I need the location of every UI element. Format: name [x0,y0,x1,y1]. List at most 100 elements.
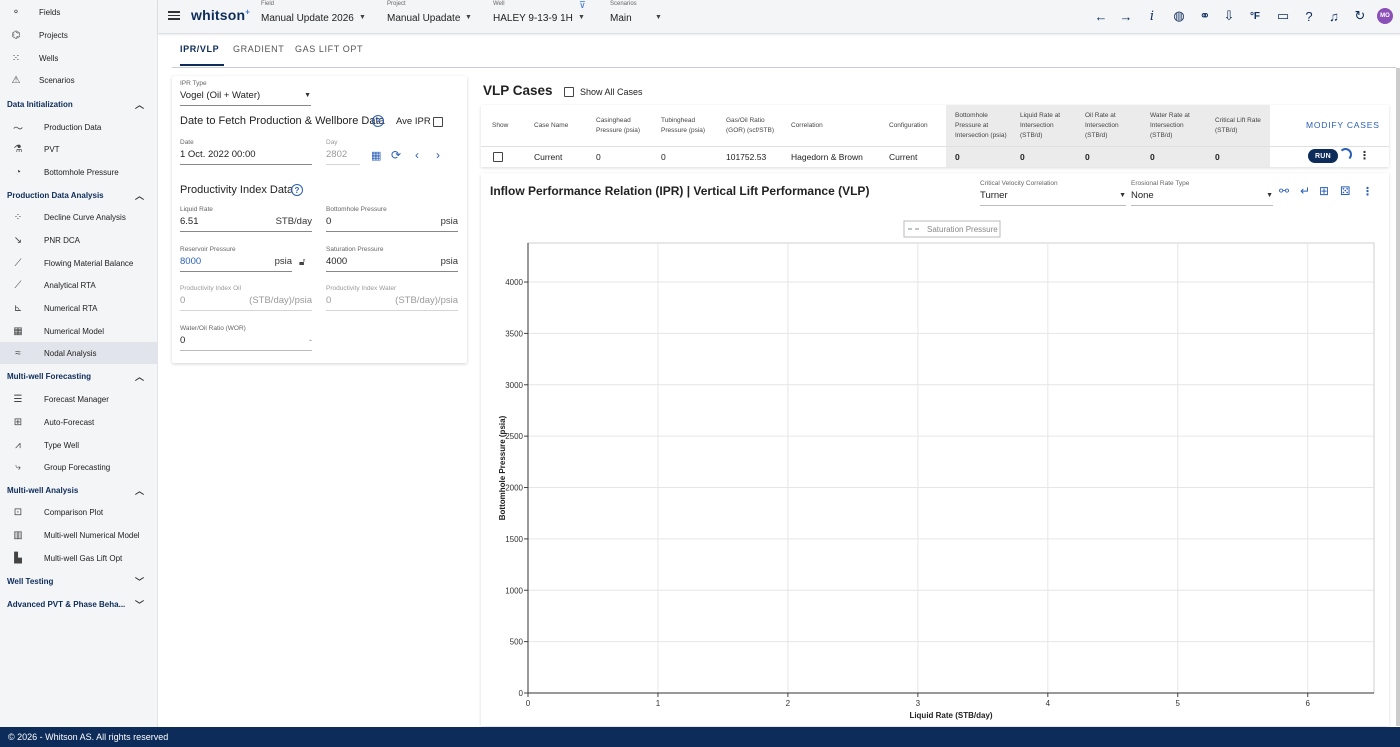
chevron-down-icon: ▼ [465,14,472,21]
sidebar-section-multi-well-analysis[interactable]: Multi-well Analysis ︿ [0,479,157,501]
chevron-down-icon: ▼ [578,14,585,21]
help-icon[interactable]: ? [1301,8,1317,24]
col-oil-rate-intersection: Oil Rate at Intersection (STB/d) [1076,105,1141,147]
project-select[interactable]: Project Manual Upadate ▼ [387,0,472,33]
sidebar-item-numerical-model[interactable]: ▦ Numerical Model [0,320,157,342]
more-vertical-icon[interactable]: ⋮ [1362,185,1373,198]
tab-ipr-vlp[interactable]: IPR/VLP [180,44,224,66]
sidebar-item-wells[interactable]: ⁙ Wells [0,47,157,69]
arrow-right-icon[interactable]: → [1118,8,1134,24]
gaslift-icon: ▙ [14,552,22,564]
user-avatar[interactable]: MO [1377,8,1393,24]
sidebar-item-production-data[interactable]: 〜 Production Data [0,116,157,138]
table-icon[interactable]: ⊞ [1319,184,1329,198]
globe-icon[interactable]: ◍ [1171,8,1187,24]
legend-entry[interactable]: Saturation Pressure [927,225,998,234]
pi-oil-unit: (STB/day)/psia [249,295,312,306]
y-tick-label: 3000 [505,381,523,390]
show-all-cases-checkbox[interactable] [564,87,574,97]
row-show-checkbox[interactable] [493,152,503,162]
sidebar-item-multi-well-gas-lift-opt[interactable]: ▙ Multi-well Gas Lift Opt [0,547,157,569]
sidebar-item-flowing-material-balance[interactable]: ⟋ Flowing Material Balance [0,252,157,274]
refresh-icon[interactable]: ↻ [1352,8,1368,24]
hierarchy-icon[interactable]: ⚯ [1279,184,1289,198]
sidebar-item-pnr-dca[interactable]: ↘ PNR DCA [0,229,157,251]
ipr-vlp-chart[interactable]: 0 1 2 3 4 5 605001000150020002500300035004000 … [481,218,1389,723]
well-select[interactable]: Well HALEY 9-13-9 1H ▼ [493,0,585,33]
footer-text: © 2026 - Whitson AS. All rights reserved [8,732,169,742]
ipr-type-value: Vogel (Oil + Water) [180,90,261,101]
y-tick-label: 2000 [505,484,523,493]
sidebar-item-pvt[interactable]: ⚗ PVT [0,138,157,160]
scrollbar[interactable] [1396,68,1400,726]
sidebar-item-forecast-manager[interactable]: ☰ Forecast Manager [0,388,157,410]
help-icon[interactable]: ? [291,184,303,196]
list-icon: ☰ [13,393,23,405]
sidebar-item-projects[interactable]: ⌬ Projects [0,24,157,46]
arrow-left-icon[interactable]: ← [1093,8,1109,24]
reservoir-pressure-value: 8000 [180,256,202,267]
sidebar-item-label: Production Data [44,122,102,132]
menu-icon[interactable] [168,9,180,21]
critical-velocity-value: Turner [980,190,1008,201]
sidebar-item-type-well[interactable]: ⩘ Type Well [0,434,157,456]
sidebar-section-data-initialization[interactable]: Data Initialization ︿ [0,93,157,115]
field-value: Manual Update 2026 [261,13,354,24]
x-tick-label: 2 [786,699,791,708]
sidebar-item-multi-well-numerical-model[interactable]: ▥ Multi-well Numerical Model [0,524,157,546]
sidebar-item-fields[interactable]: ⚬ Fields [0,1,157,23]
more-vertical-icon[interactable]: ⋮ [1359,149,1370,162]
sidebar-item-bottomhole-pressure[interactable]: ◔ Bottomhole Pressure [0,161,157,183]
info-icon[interactable]: i [1144,8,1160,24]
sidebar-item-group-forecasting[interactable]: ⤷ Group Forecasting [0,456,157,478]
tab-gradient[interactable]: GRADIENT [233,44,284,66]
sidebar-section-production-data-analysis[interactable]: Production Data Analysis ︿ [0,184,157,206]
dice-icon[interactable]: ⚄ [1340,184,1350,198]
sidebar-section-well-testing[interactable]: Well Testing ﹀ [0,570,157,592]
unlock-icon[interactable]: 🔓︎ [299,257,305,268]
feedback-icon[interactable]: ▭ [1275,8,1291,24]
download-icon[interactable]: ⇩ [1221,8,1237,24]
modify-cases-button[interactable]: MODIFY CASES [1306,120,1380,130]
date-caption: Date [180,139,194,146]
ave-ipr-checkbox[interactable] [433,117,443,127]
x-tick-label: 5 [1176,699,1181,708]
sidebar-item-scenarios[interactable]: ⚠ Scenarios [0,69,157,91]
unit-icon[interactable]: °F [1247,8,1263,24]
wor-unit: - [308,335,312,346]
tab-gas-lift-opt[interactable]: GAS LIFT OPT [295,44,363,66]
app-logo[interactable]: whitson+ [191,7,250,23]
calendar-search-icon[interactable]: ▦ [371,149,381,162]
chevron-left-icon[interactable]: ‹ [415,148,419,162]
link-icon[interactable]: ⚭ [1197,8,1213,24]
chevron-down-icon: ﹀ [135,576,145,587]
sidebar-section-advanced-pvt-phase-beha[interactable]: Advanced PVT & Phase Beha... ﹀ [0,593,157,615]
col-show: Show [492,122,509,129]
bell-icon[interactable]: ♫ [1326,8,1342,24]
pi-oil-caption: Productivity Index Oil [180,285,242,292]
sidebar-item-numerical-rta[interactable]: ⊾ Numerical RTA [0,297,157,319]
scenario-select[interactable]: Scenarios Main ▼ [610,0,665,33]
y-tick-label: 4000 [505,278,523,287]
help-icon[interactable]: ? [372,115,384,127]
axes-icon: ⊾ [13,302,23,314]
sidebar-item-comparison-plot[interactable]: ⊡ Comparison Plot [0,501,157,523]
date-value: 1 Oct. 2022 00:00 [180,149,256,160]
x-tick-label: 4 [1046,699,1051,708]
chevron-right-icon[interactable]: › [436,148,440,162]
sidebar-item-auto-forecast[interactable]: ⊞ Auto-Forecast [0,411,157,433]
sync-icon[interactable]: ⟳ [391,148,401,162]
run-button[interactable]: RUN [1308,149,1338,163]
filter-icon[interactable]: ⊽ [579,0,586,11]
chevron-down-icon: ▼ [1266,192,1273,199]
sidebar-item-decline-curve-analysis[interactable]: ⁘ Decline Curve Analysis [0,206,157,228]
sidebar-section-multi-well-forecasting[interactable]: Multi-well Forecasting ︿ [0,365,157,387]
field-select[interactable]: Field Manual Update 2026 ▼ [261,0,366,33]
reservoir-pressure-caption: Reservoir Pressure [180,246,236,253]
saturation-pressure-value: 4000 [326,256,348,267]
ipr-type-caption: IPR Type [180,80,207,87]
sidebar-item-nodal-analysis[interactable]: ≈ Nodal Analysis [0,342,157,364]
enter-icon[interactable]: ↵ [1300,184,1310,198]
sidebar-item-analytical-rta[interactable]: ⟋ Analytical RTA [0,274,157,296]
sidebar: ⚬ Fields ⌬ Projects ⁙ Wells ⚠ Scenarios Data Ini… [0,0,158,727]
